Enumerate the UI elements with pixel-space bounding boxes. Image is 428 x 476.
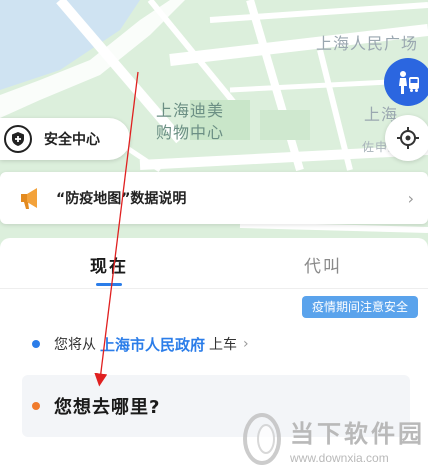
- watermark-title: 当下软件园: [290, 419, 425, 448]
- pickup-prefix: 您将从: [54, 337, 96, 353]
- epidemic-map-notice[interactable]: “防疫地图”数据说明 ›: [0, 172, 428, 224]
- locate-button[interactable]: [385, 115, 428, 161]
- destination-dot-icon: [32, 402, 40, 410]
- person-transit-icon: [399, 71, 419, 94]
- pickup-suffix: 上车: [209, 337, 238, 353]
- active-tab-indicator: [96, 283, 122, 286]
- map-label-guangchang: 上海人民广场: [316, 34, 419, 53]
- megaphone-icon: [21, 188, 37, 209]
- watermark-url: www.downxia.com: [290, 450, 389, 465]
- watermark: 当下软件园 www.downxia.com: [238, 402, 428, 476]
- safety-center-button[interactable]: 安全中心: [0, 118, 130, 160]
- safety-center-label: 安全中心: [44, 132, 100, 148]
- pickup-dot-icon: [32, 340, 40, 348]
- tab-proxy-call[interactable]: 代叫: [304, 252, 342, 277]
- shield-icon: [4, 125, 32, 153]
- crosshair-icon: [397, 127, 419, 149]
- map-label-dimei: 上海迪美 购物中心: [156, 101, 225, 142]
- chevron-right-icon: ›: [243, 336, 249, 352]
- pickup-place[interactable]: 上海市人民政府: [100, 334, 205, 355]
- tab-bar: 现在 代叫: [0, 238, 428, 290]
- tab-divider: [0, 288, 428, 289]
- watermark-logo-icon: [243, 413, 281, 465]
- tab-now[interactable]: 现在: [90, 252, 128, 277]
- destination-placeholder: 您想去哪里?: [54, 397, 161, 418]
- pickup-location[interactable]: 您将从 上海市人民政府 上车 ›: [32, 334, 249, 354]
- chevron-right-icon: ›: [407, 189, 414, 208]
- safety-badge: 疫情期间注意安全: [301, 296, 418, 318]
- transit-mode-button[interactable]: [384, 58, 428, 106]
- notice-text: “防疫地图”数据说明: [56, 191, 187, 207]
